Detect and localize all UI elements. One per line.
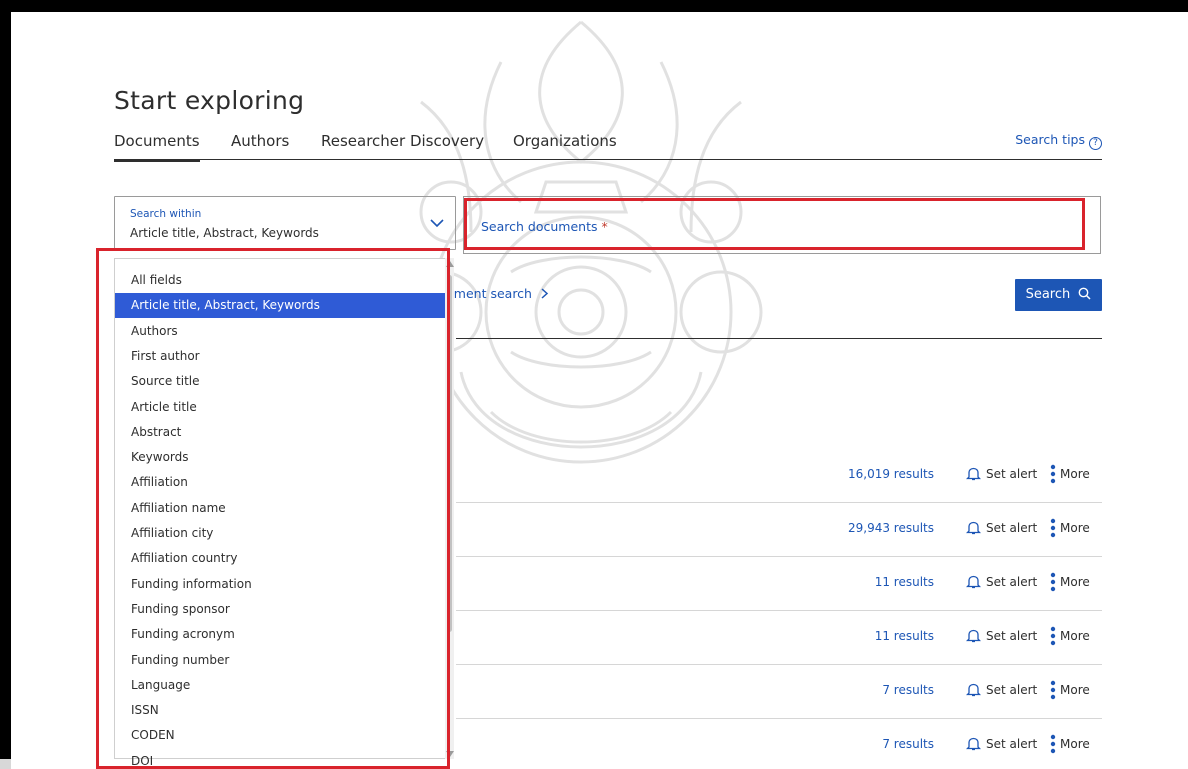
more-vertical-icon (1050, 626, 1056, 646)
tab-researcher-discovery[interactable]: Researcher Discovery (321, 132, 484, 160)
search-section-divider (456, 338, 1102, 339)
question-circle-icon: ? (1089, 137, 1102, 150)
result-row: 11 results Set alert More (456, 611, 1102, 665)
result-row: 7 results Set alert More (456, 665, 1102, 719)
bell-icon (966, 683, 981, 697)
bell-icon (966, 629, 981, 643)
bell-icon (966, 575, 981, 589)
more-menu-button[interactable]: More (1060, 737, 1090, 751)
search-type-tabs: Documents Authors Researcher Discovery O… (114, 132, 1102, 162)
set-alert-button[interactable]: Set alert (986, 575, 1037, 589)
chevron-down-icon (430, 219, 444, 228)
result-row: 16,019 results Set alert More (456, 449, 1102, 503)
result-count-link[interactable]: 11 results (875, 629, 934, 643)
more-menu-button[interactable]: More (1060, 575, 1090, 589)
set-alert-button[interactable]: Set alert (986, 737, 1037, 751)
advanced-search-link[interactable]: cument search (439, 286, 549, 301)
more-vertical-icon (1050, 572, 1056, 592)
search-within-value: Article title, Abstract, Keywords (130, 226, 319, 240)
search-button-label: Search (1025, 287, 1071, 302)
search-tips-label: Search tips (1015, 132, 1085, 147)
search-icon (1079, 287, 1091, 300)
result-count-link[interactable]: 7 results (882, 683, 934, 697)
bell-icon (966, 521, 981, 535)
set-alert-button[interactable]: Set alert (986, 521, 1037, 535)
more-vertical-icon (1050, 464, 1056, 484)
more-menu-button[interactable]: More (1060, 467, 1090, 481)
highlight-box-dropdown (96, 248, 450, 769)
set-alert-button[interactable]: Set alert (986, 629, 1037, 643)
scopus-search-page: Start exploring Documents Authors Resear… (11, 12, 1188, 769)
tab-authors[interactable]: Authors (231, 132, 289, 160)
search-button[interactable]: Search (1015, 279, 1102, 311)
search-within-select[interactable]: Search within Article title, Abstract, K… (114, 196, 456, 250)
more-vertical-icon (1050, 680, 1056, 700)
bell-icon (966, 467, 981, 481)
result-row: 29,943 results Set alert More (456, 503, 1102, 557)
more-vertical-icon (1050, 734, 1056, 754)
bell-icon (966, 737, 981, 751)
result-count-link[interactable]: 7 results (882, 737, 934, 751)
tab-documents[interactable]: Documents (114, 132, 200, 162)
more-menu-button[interactable]: More (1060, 683, 1090, 697)
chevron-right-icon (541, 288, 549, 299)
page-title: Start exploring (114, 86, 305, 115)
set-alert-button[interactable]: Set alert (986, 467, 1037, 481)
result-row: 11 results Set alert More (456, 557, 1102, 611)
tab-organizations[interactable]: Organizations (513, 132, 617, 160)
more-menu-button[interactable]: More (1060, 629, 1090, 643)
result-row: 7 results Set alert More (456, 719, 1102, 769)
highlight-box-search-input (464, 198, 1085, 250)
set-alert-button[interactable]: Set alert (986, 683, 1037, 697)
result-count-link[interactable]: 11 results (875, 575, 934, 589)
search-tips-link[interactable]: Search tips? (1015, 132, 1102, 150)
result-count-link[interactable]: 29,943 results (848, 521, 934, 535)
search-within-label: Search within (130, 208, 202, 220)
result-count-link[interactable]: 16,019 results (848, 467, 934, 481)
more-menu-button[interactable]: More (1060, 521, 1090, 535)
more-vertical-icon (1050, 518, 1056, 538)
